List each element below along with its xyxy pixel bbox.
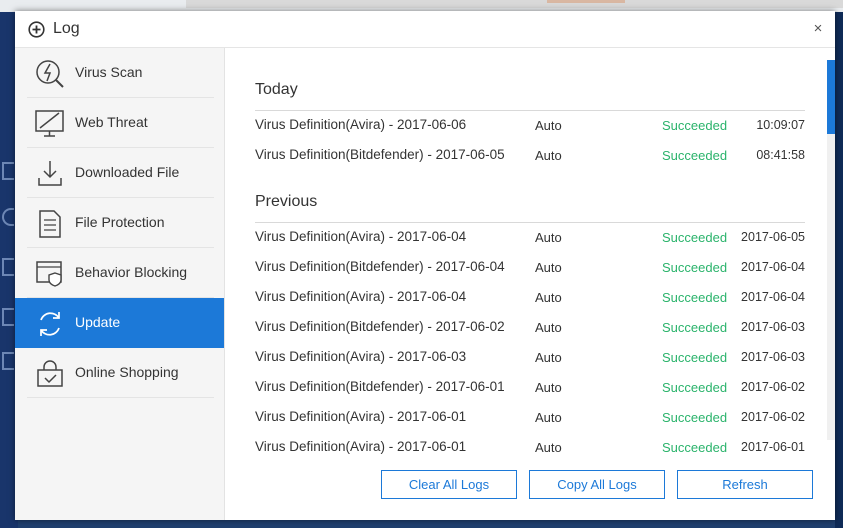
log-entry-status: Succeeded xyxy=(662,118,728,133)
log-row[interactable]: Virus Definition(Avira) - 2017-06-01 Aut… xyxy=(255,432,805,462)
log-entry-status: Succeeded xyxy=(662,380,728,395)
log-entry-time: 2017-06-02 xyxy=(741,380,805,394)
log-entry-status: Succeeded xyxy=(662,320,728,335)
log-dialog: Log × Virus Scan Web Threat Downloaded F… xyxy=(15,11,835,520)
log-entry-name: Virus Definition(Bitdefender) - 2017-06-… xyxy=(255,147,505,162)
sidebar-item-label: File Protection xyxy=(75,214,165,230)
log-icon xyxy=(28,21,45,38)
log-entry-status: Succeeded xyxy=(662,440,728,455)
today-section-title: Today xyxy=(255,81,298,98)
log-row[interactable]: Virus Definition(Bitdefender) - 2017-06-… xyxy=(255,252,805,282)
online-shopping-icon xyxy=(37,360,63,387)
behavior-blocking-icon xyxy=(36,261,62,287)
log-row[interactable]: Virus Definition(Avira) - 2017-06-03 Aut… xyxy=(255,342,805,372)
copy-all-logs-button[interactable]: Copy All Logs xyxy=(529,470,665,499)
sidebar-item-label: Update xyxy=(75,314,121,330)
log-entry-status: Succeeded xyxy=(662,410,728,425)
log-entry-mode: Auto xyxy=(535,148,562,163)
clear-all-logs-button[interactable]: Clear All Logs xyxy=(381,470,517,499)
log-row[interactable]: Virus Definition(Avira) - 2017-06-01 Aut… xyxy=(255,402,805,432)
refresh-button[interactable]: Refresh xyxy=(677,470,813,499)
background-icon xyxy=(2,308,14,326)
log-entry-mode: Auto xyxy=(535,320,562,335)
log-row[interactable]: Virus Definition(Bitdefender) - 2017-06-… xyxy=(255,140,805,170)
log-entry-time: 2017-06-03 xyxy=(741,320,805,334)
log-entry-mode: Auto xyxy=(535,380,562,395)
sidebar-item-behavior-blocking[interactable]: Behavior Blocking xyxy=(15,248,224,298)
web-threat-icon xyxy=(35,110,64,137)
log-entry-mode: Auto xyxy=(535,290,562,305)
log-entry-time: 2017-06-01 xyxy=(741,440,805,454)
log-entry-name: Virus Definition(Avira) - 2017-06-01 xyxy=(255,439,467,454)
log-entry-time: 10:09:07 xyxy=(756,118,805,132)
log-entry-mode: Auto xyxy=(535,410,562,425)
download-icon xyxy=(38,161,62,186)
log-row[interactable]: Virus Definition(Bitdefender) - 2017-06-… xyxy=(255,312,805,342)
scrollbar-thumb[interactable] xyxy=(827,60,835,134)
background-icon xyxy=(2,162,14,180)
log-entry-status: Succeeded xyxy=(662,350,728,365)
background-icon xyxy=(2,258,14,276)
log-row[interactable]: Virus Definition(Bitdefender) - 2017-06-… xyxy=(255,372,805,402)
background-icon xyxy=(2,208,14,226)
log-content: Today Virus Definition(Avira) - 2017-06-… xyxy=(225,48,835,520)
log-entry-time: 2017-06-05 xyxy=(741,230,805,244)
log-entry-name: Virus Definition(Bitdefender) - 2017-06-… xyxy=(255,259,505,274)
divider xyxy=(27,397,214,398)
log-entry-status: Succeeded xyxy=(662,290,728,305)
sidebar-item-online-shopping[interactable]: Online Shopping xyxy=(15,348,224,398)
log-entry-mode: Auto xyxy=(535,118,562,133)
sidebar-item-web-threat[interactable]: Web Threat xyxy=(15,98,224,148)
virus-scan-icon xyxy=(36,60,64,88)
background-icon xyxy=(2,352,14,370)
sidebar-item-virus-scan[interactable]: Virus Scan xyxy=(15,48,224,98)
sidebar-item-label: Virus Scan xyxy=(75,64,143,80)
background-app-toolbar xyxy=(186,0,843,8)
log-category-sidebar: Virus Scan Web Threat Downloaded File Fi… xyxy=(15,48,225,520)
previous-section-title: Previous xyxy=(255,193,318,210)
log-entry-time: 2017-06-03 xyxy=(741,350,805,364)
sidebar-item-update[interactable]: Update xyxy=(15,298,224,348)
log-entry-time: 08:41:58 xyxy=(756,148,805,162)
close-button[interactable]: × xyxy=(809,20,827,38)
log-row[interactable]: Virus Definition(Avira) - 2017-06-04 Aut… xyxy=(255,222,805,252)
log-entry-status: Succeeded xyxy=(662,148,728,163)
log-row[interactable]: Virus Definition(Avira) - 2017-06-06 Aut… xyxy=(255,110,805,140)
log-entry-name: Virus Definition(Avira) - 2017-06-01 xyxy=(255,409,467,424)
sidebar-item-file-protection[interactable]: File Protection xyxy=(15,198,224,248)
log-entry-time: 2017-06-04 xyxy=(741,290,805,304)
log-entry-name: Virus Definition(Avira) - 2017-06-04 xyxy=(255,229,467,244)
sidebar-item-label: Web Threat xyxy=(75,114,148,130)
log-entry-status: Succeeded xyxy=(662,260,728,275)
log-entry-status: Succeeded xyxy=(662,230,728,245)
background-app-edge xyxy=(835,12,843,528)
dialog-title: Log xyxy=(53,20,80,37)
update-icon xyxy=(40,312,60,336)
log-scrollbar[interactable] xyxy=(827,60,835,440)
log-entry-name: Virus Definition(Avira) - 2017-06-04 xyxy=(255,289,467,304)
log-entry-name: Virus Definition(Bitdefender) - 2017-06-… xyxy=(255,379,505,394)
sidebar-item-label: Online Shopping xyxy=(75,364,179,380)
background-app-accent xyxy=(547,0,625,3)
log-entry-mode: Auto xyxy=(535,230,562,245)
log-entry-time: 2017-06-02 xyxy=(741,410,805,424)
log-entry-mode: Auto xyxy=(535,260,562,275)
log-entry-name: Virus Definition(Avira) - 2017-06-06 xyxy=(255,117,467,132)
file-protection-icon xyxy=(39,210,61,238)
log-row[interactable]: Virus Definition(Avira) - 2017-06-04 Aut… xyxy=(255,282,805,312)
sidebar-item-downloaded-file[interactable]: Downloaded File xyxy=(15,148,224,198)
sidebar-item-label: Behavior Blocking xyxy=(75,264,188,280)
log-entry-name: Virus Definition(Bitdefender) - 2017-06-… xyxy=(255,319,505,334)
title-bar: Log × xyxy=(15,11,835,48)
log-entry-name: Virus Definition(Avira) - 2017-06-03 xyxy=(255,349,467,364)
log-entry-mode: Auto xyxy=(535,350,562,365)
log-entry-mode: Auto xyxy=(535,440,562,455)
log-entry-time: 2017-06-04 xyxy=(741,260,805,274)
sidebar-item-label: Downloaded File xyxy=(75,164,180,180)
